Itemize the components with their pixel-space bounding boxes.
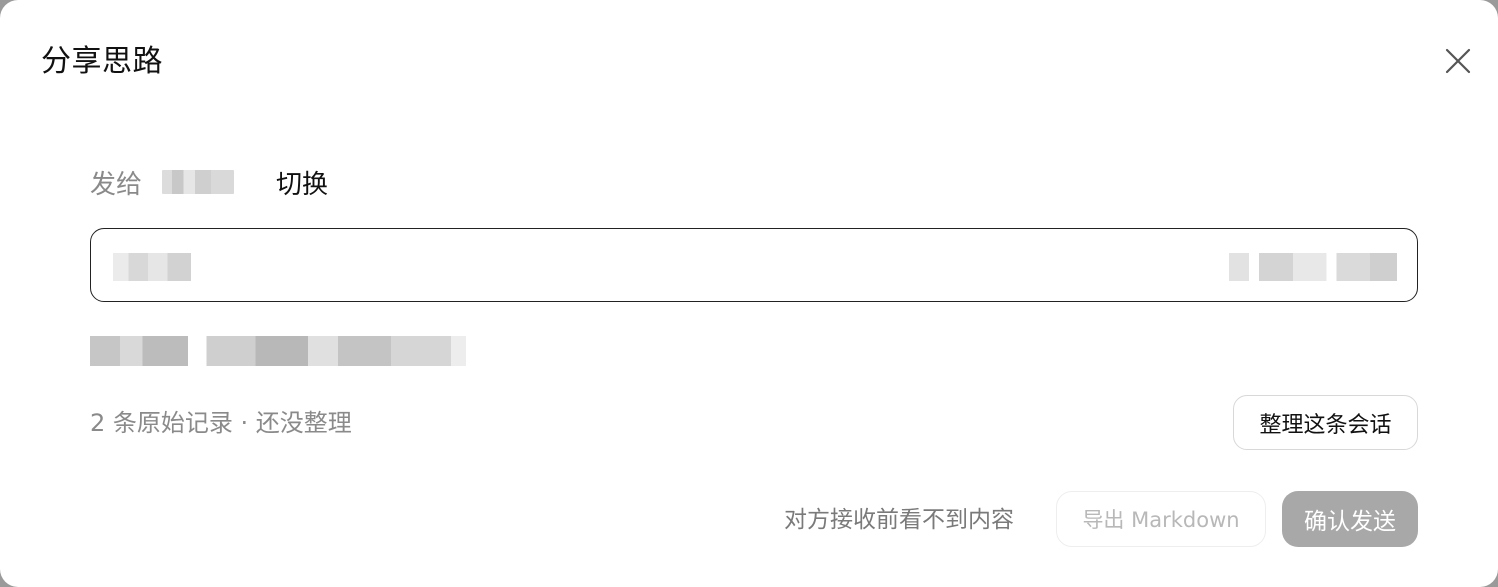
session-summary — [90, 336, 466, 366]
session-card[interactable] — [90, 228, 1418, 302]
confirm-send-button[interactable]: 确认发送 — [1282, 491, 1418, 547]
send-to-label: 发给 — [90, 169, 143, 200]
close-icon[interactable] — [1443, 46, 1473, 76]
session-name — [113, 253, 191, 281]
recipient-row: 发给 切换 — [90, 164, 328, 200]
export-markdown-button[interactable]: 导出 Markdown — [1056, 491, 1266, 547]
share-dialog: 分享思路 发给 切换 2 条原始记录 · 还没整理 整理这条会话 对方接收前看不… — [0, 0, 1498, 587]
recipient-name — [162, 170, 235, 194]
session-timestamp — [1229, 253, 1397, 281]
switch-recipient-link[interactable]: 切换 — [276, 164, 328, 201]
dialog-title: 分享思路 — [41, 44, 163, 79]
privacy-notice: 对方接收前看不到内容 — [784, 507, 1014, 533]
organize-session-button[interactable]: 整理这条会话 — [1233, 395, 1418, 450]
record-status: 2 条原始记录 · 还没整理 — [90, 409, 352, 437]
